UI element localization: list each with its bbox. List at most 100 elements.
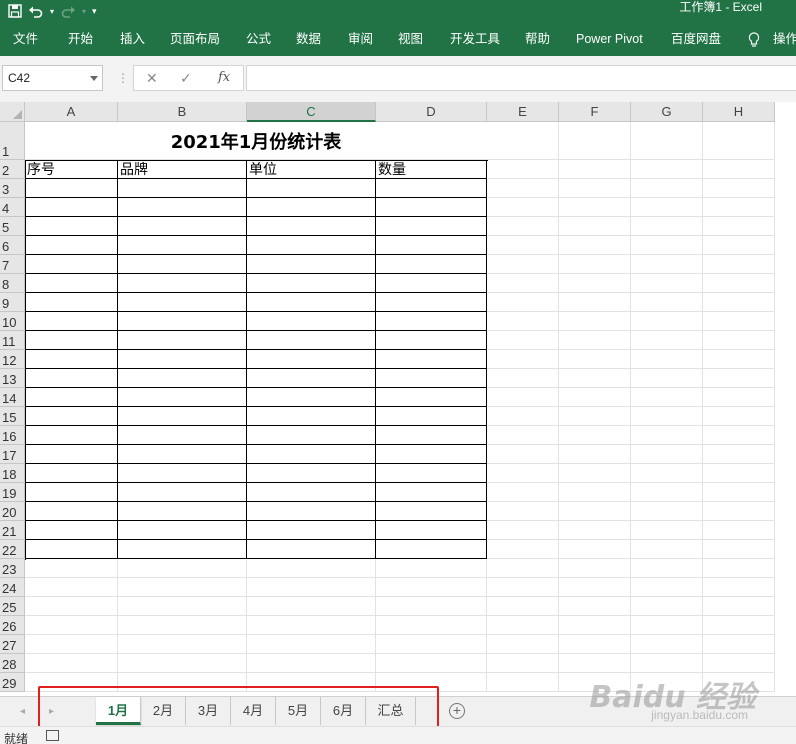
row-header-16[interactable]: 16	[0, 426, 25, 445]
cell-h2[interactable]	[703, 160, 775, 179]
cell-e29[interactable]	[487, 673, 559, 692]
cell-b11[interactable]	[118, 331, 247, 350]
row-header-20[interactable]: 20	[0, 502, 25, 521]
cell-g14[interactable]	[631, 388, 703, 407]
cell-d9[interactable]	[376, 293, 487, 312]
cell-a9[interactable]	[25, 293, 118, 312]
select-all-button[interactable]	[0, 102, 25, 122]
cell-f25[interactable]	[559, 597, 631, 616]
cell-c8[interactable]	[247, 274, 376, 293]
cell-b20[interactable]	[118, 502, 247, 521]
cell-h19[interactable]	[703, 483, 775, 502]
cell-g17[interactable]	[631, 445, 703, 464]
row-header-10[interactable]: 10	[0, 312, 25, 331]
scroll-tabs-left-icon[interactable]: ◂	[20, 706, 25, 717]
cell-f8[interactable]	[559, 274, 631, 293]
tab-home[interactable]: 开始	[68, 22, 93, 56]
cell-g11[interactable]	[631, 331, 703, 350]
cell-f23[interactable]	[559, 559, 631, 578]
insert-function-icon[interactable]: fx	[218, 66, 230, 90]
cell-d22[interactable]	[376, 540, 487, 559]
column-header-e[interactable]: E	[487, 102, 559, 122]
cell-g19[interactable]	[631, 483, 703, 502]
new-sheet-button[interactable]: +	[449, 703, 465, 719]
cell-f20[interactable]	[559, 502, 631, 521]
cell-c6[interactable]	[247, 236, 376, 255]
cell-c21[interactable]	[247, 521, 376, 540]
cell-b4[interactable]	[118, 198, 247, 217]
cell-c19[interactable]	[247, 483, 376, 502]
cell-c24[interactable]	[247, 578, 376, 597]
cell-d26[interactable]	[376, 616, 487, 635]
cell-h24[interactable]	[703, 578, 775, 597]
sheet-tab-3[interactable]: 3月	[186, 697, 231, 725]
cell-b10[interactable]	[118, 312, 247, 331]
cell-e26[interactable]	[487, 616, 559, 635]
cell-b18[interactable]	[118, 464, 247, 483]
cell-e21[interactable]	[487, 521, 559, 540]
cell-g6[interactable]	[631, 236, 703, 255]
cell-f18[interactable]	[559, 464, 631, 483]
cell-e11[interactable]	[487, 331, 559, 350]
cell-g13[interactable]	[631, 369, 703, 388]
cell-e27[interactable]	[487, 635, 559, 654]
cell-h16[interactable]	[703, 426, 775, 445]
cell-f15[interactable]	[559, 407, 631, 426]
column-header-h[interactable]: H	[703, 102, 775, 122]
cell-b17[interactable]	[118, 445, 247, 464]
cell-g22[interactable]	[631, 540, 703, 559]
cell-d13[interactable]	[376, 369, 487, 388]
cell-f17[interactable]	[559, 445, 631, 464]
row-header-24[interactable]: 24	[0, 578, 25, 597]
column-header-c[interactable]: C	[247, 102, 376, 122]
row-header-1[interactable]: 1	[0, 122, 25, 160]
cell-c20[interactable]	[247, 502, 376, 521]
cell-d17[interactable]	[376, 445, 487, 464]
cell-b24[interactable]	[118, 578, 247, 597]
cell-c18[interactable]	[247, 464, 376, 483]
row-header-15[interactable]: 15	[0, 407, 25, 426]
row-header-9[interactable]: 9	[0, 293, 25, 312]
tab-file[interactable]: 文件	[13, 22, 38, 56]
cell-g18[interactable]	[631, 464, 703, 483]
cell-a12[interactable]	[25, 350, 118, 369]
cell-b15[interactable]	[118, 407, 247, 426]
redo-dropdown-icon[interactable]: ▾	[82, 0, 86, 22]
cell-g5[interactable]	[631, 217, 703, 236]
cell-d10[interactable]	[376, 312, 487, 331]
formula-input[interactable]	[246, 65, 796, 91]
cell-f2[interactable]	[559, 160, 631, 179]
cell-h20[interactable]	[703, 502, 775, 521]
cell-f4[interactable]	[559, 198, 631, 217]
cell-c13[interactable]	[247, 369, 376, 388]
cell-e1[interactable]	[487, 122, 559, 160]
cell-e13[interactable]	[487, 369, 559, 388]
cell-h23[interactable]	[703, 559, 775, 578]
row-header-27[interactable]: 27	[0, 635, 25, 654]
cell-e16[interactable]	[487, 426, 559, 445]
cell-f5[interactable]	[559, 217, 631, 236]
cell-c25[interactable]	[247, 597, 376, 616]
cell-d20[interactable]	[376, 502, 487, 521]
cell-h9[interactable]	[703, 293, 775, 312]
cell-a20[interactable]	[25, 502, 118, 521]
cell-h12[interactable]	[703, 350, 775, 369]
cell-d25[interactable]	[376, 597, 487, 616]
cell-h5[interactable]	[703, 217, 775, 236]
cell-f22[interactable]	[559, 540, 631, 559]
column-header-g[interactable]: G	[631, 102, 703, 122]
tab-page-layout[interactable]: 页面布局	[170, 22, 220, 56]
cell-g10[interactable]	[631, 312, 703, 331]
cell-c17[interactable]	[247, 445, 376, 464]
cell-a24[interactable]	[25, 578, 118, 597]
cell-e8[interactable]	[487, 274, 559, 293]
macro-record-icon[interactable]	[46, 730, 59, 741]
row-header-5[interactable]: 5	[0, 217, 25, 236]
cell-g16[interactable]	[631, 426, 703, 445]
cell-h3[interactable]	[703, 179, 775, 198]
cell-h7[interactable]	[703, 255, 775, 274]
cell-e5[interactable]	[487, 217, 559, 236]
cell-a19[interactable]	[25, 483, 118, 502]
cell-a29[interactable]	[25, 673, 118, 692]
cell-h27[interactable]	[703, 635, 775, 654]
